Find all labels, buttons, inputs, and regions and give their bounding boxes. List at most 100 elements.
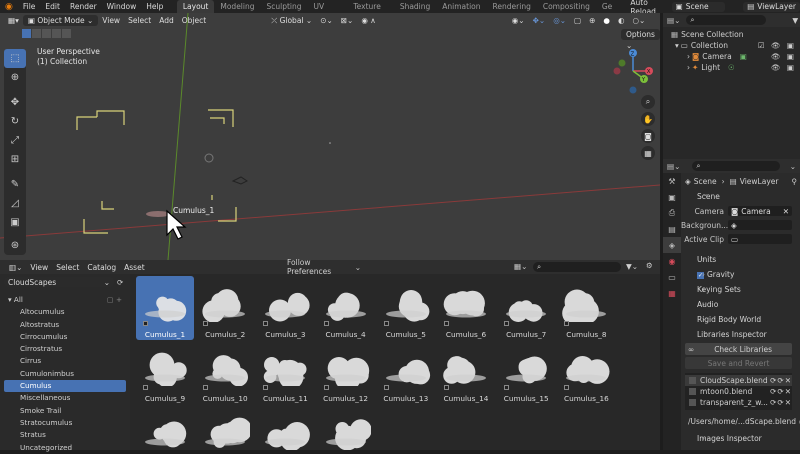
measure-tool-icon[interactable]: ◿ <box>4 194 26 213</box>
catalog-item-cirrocumulus[interactable]: Cirrocumulus <box>0 331 130 343</box>
catalog-item-cumulus[interactable]: Cumulus <box>4 380 126 393</box>
pin-icon[interactable]: ⚲ <box>792 177 798 186</box>
menu-help[interactable]: Help <box>141 2 168 11</box>
asset-checkbox[interactable] <box>564 321 570 326</box>
gear-icon[interactable]: ⚙ <box>646 261 653 270</box>
rotate-tool-icon[interactable]: ↻ <box>4 112 26 131</box>
catalog-item-cumulonimbus[interactable]: Cumulonimbus <box>0 368 130 380</box>
outliner-search-input[interactable]: ⌕ <box>686 15 767 25</box>
audio-panel-header[interactable]: Audio <box>681 297 800 312</box>
asset-tile[interactable]: Cumulus_13 <box>377 340 435 404</box>
properties-options-icon[interactable]: ⌄ <box>790 162 796 171</box>
asset-checkbox[interactable] <box>263 321 269 326</box>
units-panel-header[interactable]: Units <box>681 252 800 267</box>
shading-solid-icon[interactable]: ● <box>599 15 614 26</box>
asset-tile[interactable]: Cumulus_6 <box>437 276 495 340</box>
asset-tile[interactable] <box>256 404 314 450</box>
view-layer-tab-icon[interactable]: ▤ <box>663 221 681 237</box>
properties-editor-type-icon[interactable]: ▤⌄ <box>667 162 680 171</box>
shading-rendered-icon[interactable]: ○⌄ <box>629 15 650 26</box>
catalog-item-altocumulus[interactable]: Altocumulus <box>0 306 130 318</box>
background-field[interactable]: ◈ <box>728 220 792 230</box>
tab-sculpting[interactable]: Sculpting <box>261 0 308 13</box>
library-path-field[interactable]: /Users/home/...dScape.blend <box>685 417 796 426</box>
menu-add[interactable]: Add <box>155 15 178 26</box>
add-cube-tool-icon[interactable]: ▣ <box>4 213 26 232</box>
asset-tile[interactable]: Cumulus_7 <box>497 276 555 340</box>
menu-view[interactable]: View <box>98 15 124 26</box>
camera-visibility-icons[interactable]: 👁 ▣ <box>771 52 796 61</box>
keying-sets-panel-header[interactable]: Keying Sets <box>681 282 800 297</box>
move-tool-icon[interactable]: ✥ <box>4 93 26 112</box>
view-layer-selector[interactable]: ▤ ViewLayer <box>743 1 800 12</box>
camera-field[interactable]: ◙ Camera ✕ <box>728 206 792 216</box>
asset-tile[interactable]: Cumulus_10 <box>196 340 254 404</box>
asset-tile[interactable]: Cumulus_16 <box>557 340 615 404</box>
tab-compositing[interactable]: Compositing <box>537 0 596 13</box>
blender-logo-icon[interactable]: ◉ <box>0 2 18 12</box>
asset-tile[interactable]: Cumulus_9 <box>136 340 194 404</box>
xray-toggle-icon[interactable]: ▢ <box>570 15 585 26</box>
asset-menu-select[interactable]: Select <box>52 262 83 273</box>
menu-select[interactable]: Select <box>124 15 155 26</box>
render-tab-icon[interactable]: ▣ <box>663 189 681 205</box>
select-box-tool-icon[interactable]: ⬚ <box>4 49 26 68</box>
asset-tile[interactable]: Cumulus_15 <box>497 340 555 404</box>
asset-checkbox[interactable] <box>323 321 329 326</box>
asset-tile[interactable]: Cumulus_1 <box>136 276 194 340</box>
asset-checkbox[interactable] <box>143 385 148 390</box>
outliner-item-light[interactable]: › ✦ Light ☉ 👁 ▣ <box>663 62 800 73</box>
library-item[interactable]: mtoon0.blend ⟳⟳✕ <box>685 386 792 397</box>
library-dropdown[interactable]: CloudScapes ⌄ <box>4 277 114 287</box>
scale-tool-icon[interactable]: ⤢ <box>4 131 26 150</box>
tab-modeling[interactable]: Modeling <box>214 0 260 13</box>
scene-panel-header[interactable]: Scene <box>681 186 800 204</box>
library-checkbox[interactable] <box>689 399 696 406</box>
menu-file[interactable]: File <box>18 2 41 11</box>
asset-checkbox[interactable] <box>203 385 209 390</box>
visibility-icon[interactable]: ◉⌄ <box>508 15 529 26</box>
pan-hand-icon[interactable]: ✋ <box>641 112 655 126</box>
asset-tile[interactable]: Cumulus_4 <box>317 276 375 340</box>
asset-editor-type-icon[interactable]: ▥⌄ <box>5 262 26 273</box>
select-new-icon[interactable] <box>22 29 31 38</box>
snap-icon[interactable]: ⊠⌄ <box>337 15 358 26</box>
annotate-tool-icon[interactable]: ✎ <box>4 175 26 194</box>
menu-edit[interactable]: Edit <box>40 2 65 11</box>
cursor-tool-icon[interactable]: ⊕ <box>4 68 26 87</box>
library-actions-icons[interactable]: ⟳⟳✕ <box>770 387 792 396</box>
shading-wireframe-icon[interactable]: ⊕ <box>585 15 599 26</box>
filter-icon[interactable]: ▼ <box>792 16 798 25</box>
transform-orientation-dropdown[interactable]: ⤫ Global ⌄ <box>267 15 316 26</box>
asset-checkbox[interactable] <box>263 385 269 390</box>
gravity-panel-header[interactable]: ✓Gravity <box>681 267 800 282</box>
pivot-point-icon[interactable]: ⊙⌄ <box>316 15 337 26</box>
light-visibility-icons[interactable]: 👁 ▣ <box>771 63 796 72</box>
asset-checkbox[interactable] <box>383 385 389 390</box>
mirror-tool-icon[interactable]: ⊛ <box>4 236 26 255</box>
3d-viewport[interactable]: ▦▾ ▣ Object Mode ⌄ View Select Add Objec… <box>0 13 660 260</box>
perspective-grid-icon[interactable]: ▦ <box>641 146 655 160</box>
asset-menu-asset[interactable]: Asset <box>120 262 149 273</box>
light-data-icon[interactable]: ☉ <box>728 63 735 72</box>
catalog-item-stratus[interactable]: Stratus <box>0 429 130 441</box>
check-libraries-button[interactable]: ∞ Check Libraries <box>685 343 792 355</box>
outliner-item-camera[interactable]: › ◙ Camera ▣ 👁 ▣ <box>663 51 800 62</box>
tab-rendering[interactable]: Rendering <box>487 0 537 13</box>
library-actions-icons[interactable]: ⟳⟳✕ <box>770 398 792 407</box>
outliner-collection[interactable]: ▾ ▭ Collection ☑ 👁 ▣ <box>663 40 800 51</box>
library-checkbox[interactable] <box>689 377 696 384</box>
catalog-item-smoke-trail[interactable]: Smoke Trail <box>0 405 130 417</box>
asset-menu-view[interactable]: View <box>26 262 52 273</box>
tab-animation[interactable]: Animation <box>436 0 486 13</box>
world-tab-icon[interactable]: ◉ <box>663 253 681 269</box>
close-icon[interactable]: ✕ <box>783 207 789 216</box>
catalog-item-all[interactable]: ▾ All ▢ + <box>0 294 130 306</box>
menu-object[interactable]: Object <box>178 15 210 26</box>
asset-tile[interactable] <box>196 404 254 450</box>
rigid-body-world-panel-header[interactable]: Rigid Body World <box>681 312 800 327</box>
import-method-dropdown[interactable]: Follow Preferences ⌄ <box>284 258 364 276</box>
proportional-edit-icon[interactable]: ◉ ∧ <box>357 15 379 26</box>
zoom-icon[interactable]: ⌕ <box>641 95 655 109</box>
collection-visibility-icons[interactable]: ☑ 👁 ▣ <box>758 41 796 50</box>
